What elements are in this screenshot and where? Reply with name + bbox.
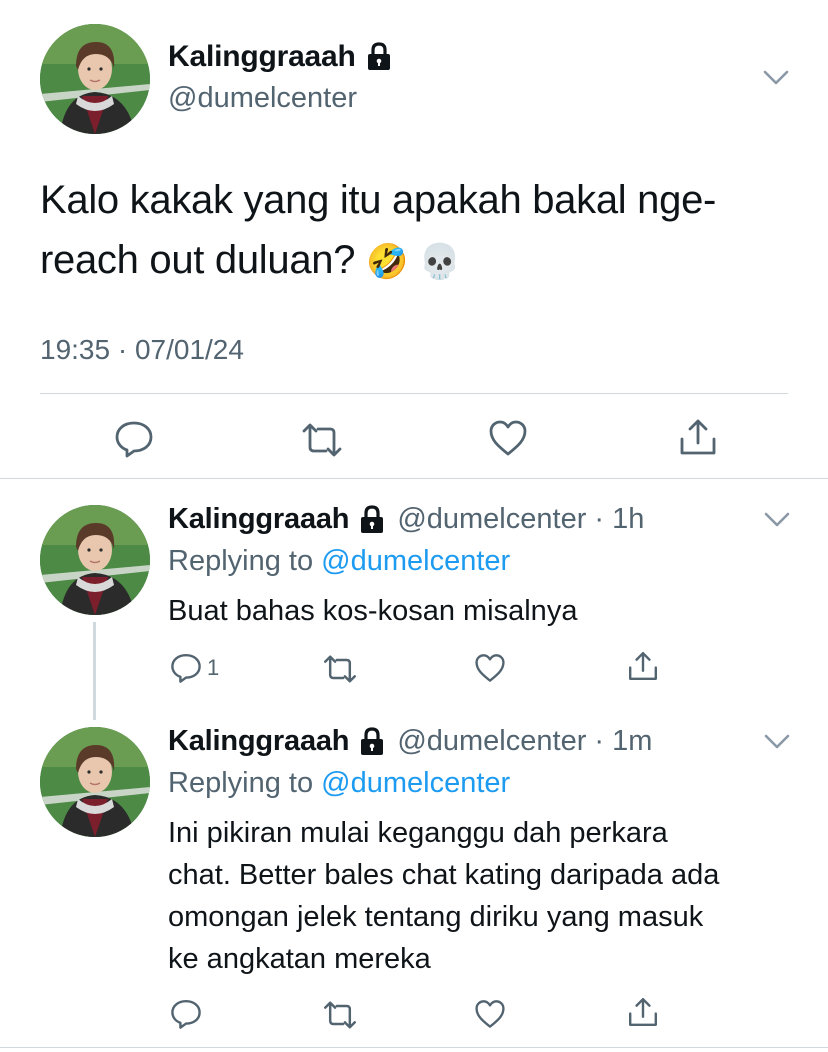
replying-to-prefix: Replying to [168, 545, 314, 577]
avatar[interactable] [40, 727, 150, 837]
divider [0, 1047, 828, 1048]
replying-to: Replying to @dumelcenter [168, 767, 510, 800]
retweet-icon[interactable] [322, 655, 358, 683]
tweet-emojis: 🤣 💀 [365, 242, 461, 282]
reply-icon[interactable] [170, 998, 202, 1030]
display-name-text[interactable]: Kalinggraaah [168, 40, 356, 74]
divider [40, 393, 788, 394]
reply-count: 1 [207, 655, 220, 680]
handle[interactable]: @dumelcenter [397, 725, 586, 758]
like-icon[interactable] [474, 999, 506, 1029]
reply-header: Kalinggraaah @dumelcenter · 1h [168, 503, 644, 536]
like-icon[interactable] [488, 419, 528, 457]
reply-text-line: Ini pikiran mulai keganggu dah perkara [168, 817, 668, 849]
handle[interactable]: @dumelcenter [397, 503, 586, 536]
reply-header: Kalinggraaah @dumelcenter · 1m [168, 725, 652, 758]
reply-icon[interactable] [170, 652, 202, 684]
main-tweet: Kalinggraaah @dumelcenter Kalo kakak yan… [0, 0, 828, 478]
avatar[interactable] [40, 505, 150, 615]
relative-time[interactable]: 1m [612, 725, 652, 758]
reply-icon[interactable] [114, 419, 154, 459]
tweet-thread-page: Kalinggraaah @dumelcenter Kalo kakak yan… [0, 0, 828, 1052]
replying-to: Replying to @dumelcenter [168, 545, 510, 578]
retweet-icon[interactable] [322, 1001, 358, 1029]
share-icon[interactable] [627, 650, 659, 682]
mention-link[interactable]: @dumelcenter [321, 545, 510, 577]
avatar[interactable] [40, 24, 150, 134]
display-name[interactable]: Kalinggraaah [168, 40, 392, 74]
separator-dot: · [586, 503, 613, 535]
lock-icon [359, 504, 385, 535]
share-icon[interactable] [627, 996, 659, 1028]
timestamp[interactable]: 19:35 · 07/01/24 [40, 334, 244, 366]
action-bar [0, 415, 828, 459]
share-icon[interactable] [678, 417, 718, 457]
lock-icon [366, 42, 392, 72]
separator-dot: · [586, 725, 613, 757]
chevron-down-icon[interactable] [764, 734, 790, 750]
divider [0, 478, 828, 479]
relative-time[interactable]: 1h [612, 503, 644, 536]
reply-text: Ini pikiran mulai keganggu dah perkara c… [168, 812, 808, 980]
like-icon[interactable] [474, 653, 506, 683]
display-name[interactable]: Kalinggraaah [168, 725, 350, 758]
mention-link[interactable]: @dumelcenter [321, 767, 510, 799]
lock-icon [359, 726, 385, 757]
display-name[interactable]: Kalinggraaah [168, 503, 350, 536]
replying-to-prefix: Replying to [168, 767, 314, 799]
retweet-icon[interactable] [300, 423, 344, 457]
tweet-text: Kalo kakak yang itu apakah bakal nge-rea… [40, 170, 800, 292]
handle[interactable]: @dumelcenter [168, 82, 357, 115]
reply-text: Buat bahas kos-kosan misalnya [168, 595, 578, 627]
chevron-down-icon[interactable] [763, 70, 789, 86]
reply-text-line: ke angkatan mereka [168, 943, 431, 975]
reply-text-line: chat. Better bales chat kating daripada … [168, 859, 720, 891]
reply-text-line: omongan jelek tentang diriku yang masuk [168, 901, 704, 933]
chevron-down-icon[interactable] [764, 512, 790, 528]
thread-connector [93, 622, 96, 720]
